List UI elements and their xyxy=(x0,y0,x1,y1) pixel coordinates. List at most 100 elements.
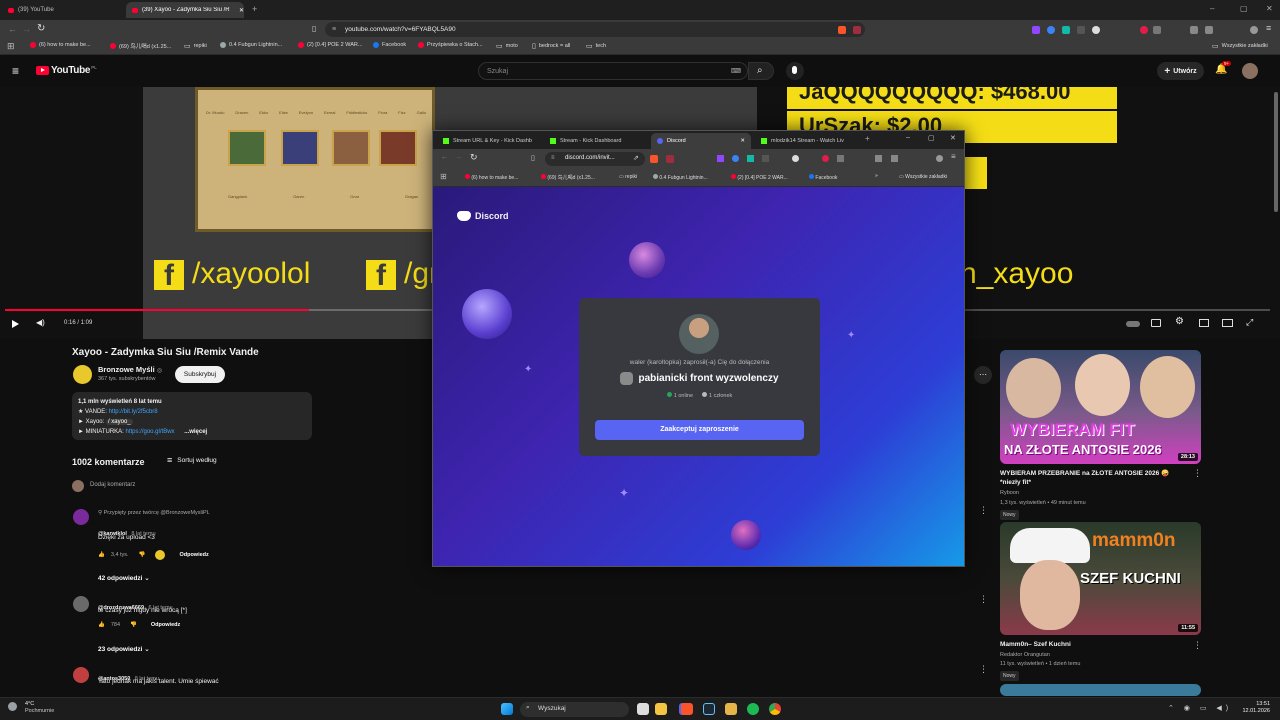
browser-tab-video[interactable]: (39) Xayoo - Zadymka Siu Siu /R ✕ xyxy=(126,2,244,18)
brave-rewards-icon[interactable] xyxy=(853,26,861,34)
subscribe-button[interactable]: Subskrybuj xyxy=(175,366,225,383)
new-tab-button[interactable]: + xyxy=(252,4,257,14)
view-replies-button[interactable]: 42 odpowiedzi ⌄ xyxy=(98,574,150,582)
reply-button[interactable]: Odpowiedz xyxy=(151,622,180,628)
discord-brand[interactable]: Discord xyxy=(457,211,509,221)
commenter-avatar[interactable] xyxy=(73,667,89,683)
view-replies-button[interactable]: 23 odpowiedzi ⌄ xyxy=(98,645,150,653)
extension-teal-icon[interactable] xyxy=(1062,26,1070,34)
extension-blue-icon[interactable] xyxy=(732,155,739,162)
close-tab-icon[interactable]: ✕ xyxy=(740,138,745,144)
bookmark-item[interactable]: (69) 鸟儿喝d (x1.25... xyxy=(541,174,595,181)
add-comment-input[interactable]: Dodaj komentarz xyxy=(90,482,135,488)
dislike-icon[interactable]: 👎 xyxy=(130,622,137,628)
extensions-puzzle-icon[interactable] xyxy=(1153,26,1161,34)
spotify-icon[interactable] xyxy=(747,703,759,715)
popup-tab[interactable]: Stream URL & Key - Kick Dashb xyxy=(437,133,541,149)
forward-icon[interactable]: → xyxy=(455,154,462,161)
comment-menu-icon[interactable]: ⋮ xyxy=(979,664,988,675)
recommendation-thumbnail[interactable]: mamm0n SZEF KUCHNI 11:55 xyxy=(1000,522,1201,635)
recommendation-menu-icon[interactable]: ⋮ xyxy=(1193,640,1202,651)
close-tab-icon[interactable]: ✕ xyxy=(239,7,244,14)
bookmark-item[interactable]: (69) 鸟儿喝d (x1.25... xyxy=(110,42,171,50)
minimize-window-button[interactable]: – xyxy=(906,134,910,141)
new-tab-button[interactable]: + xyxy=(865,134,870,143)
channel-name[interactable]: Bronzowe Myśli ◎ xyxy=(98,365,162,374)
description-link[interactable]: http://bit.ly/2f5cbr8 xyxy=(109,409,158,415)
app-icon[interactable] xyxy=(725,703,737,715)
recommendation-thumbnail[interactable] xyxy=(1000,684,1201,696)
minimize-window-button[interactable]: – xyxy=(1210,4,1214,13)
brave-rewards-icon[interactable] xyxy=(666,155,674,163)
reload-icon[interactable]: ↻ xyxy=(470,152,478,163)
bookmark-page-icon[interactable]: ▯ xyxy=(531,154,535,162)
autoplay-toggle[interactable] xyxy=(1126,321,1140,327)
extension-mic-icon[interactable] xyxy=(1092,26,1100,34)
comment-menu-icon[interactable]: ⋮ xyxy=(979,594,988,605)
media-control-icon[interactable] xyxy=(1190,26,1198,34)
apps-grid-icon[interactable]: ⊞ xyxy=(440,172,447,181)
back-icon[interactable]: ← xyxy=(8,24,17,34)
channel-avatar[interactable] xyxy=(73,365,92,384)
maximize-window-button[interactable]: ▢ xyxy=(1240,4,1248,13)
weather-widget[interactable]: 4°C Pochmurnie xyxy=(8,701,54,715)
bookmark-item[interactable]: ▯ bedrock = all xyxy=(532,42,570,50)
taskbar-search[interactable]: ⌕ Wyszukaj xyxy=(520,702,629,717)
bookmark-item[interactable]: (2) [0.4] POE 2 WAR... xyxy=(298,42,362,48)
accept-invite-button[interactable]: Zaakceptuj zaproszenie xyxy=(595,420,804,440)
settings-gear-icon[interactable]: ⚙ xyxy=(1175,316,1184,327)
windows-start-icon[interactable] xyxy=(501,703,513,715)
voice-search-button[interactable] xyxy=(786,62,804,80)
brave-browser-icon[interactable] xyxy=(681,703,693,715)
extension-blue-icon[interactable] xyxy=(1047,26,1055,34)
apps-grid-icon[interactable]: ⊞ xyxy=(7,41,15,52)
sidebar-toggle-icon[interactable] xyxy=(891,155,898,162)
task-view-icon[interactable] xyxy=(637,703,649,715)
play-icon[interactable] xyxy=(12,320,19,328)
system-tray[interactable]: ⌃ ◉ ▭ ◀) xyxy=(1168,704,1232,712)
popup-tab[interactable]: mlodzik14 Stream - Watch Liv xyxy=(755,133,859,149)
youtube-logo[interactable]: YouTube PL xyxy=(36,65,97,76)
profile-icon[interactable] xyxy=(936,155,943,162)
bookmark-item[interactable]: Przyśpiewka o Stach... xyxy=(418,42,483,48)
bookmark-folder[interactable]: ▭ repiki xyxy=(619,174,637,180)
description-link[interactable]: https://goo.gl/tBwx xyxy=(126,429,175,435)
like-icon[interactable]: 👍 xyxy=(98,622,105,628)
create-button[interactable]: + Utwórz xyxy=(1157,62,1204,80)
extension-red-icon[interactable] xyxy=(1140,26,1148,34)
extensions-puzzle-icon[interactable] xyxy=(837,155,844,162)
bookmark-item[interactable]: 0.4 Fubgun Lightnin... xyxy=(220,42,282,48)
more-actions-button[interactable]: ⋯ xyxy=(974,366,992,384)
bookmark-item[interactable]: (2) [0.4] POE 2 WAR... xyxy=(731,174,788,181)
search-button[interactable]: ⌕ xyxy=(748,62,774,80)
bookmark-item[interactable]: Facebook xyxy=(373,42,406,48)
subtitles-icon[interactable] xyxy=(1151,319,1161,327)
bookmark-folder[interactable]: ▭ tech xyxy=(586,42,606,50)
back-icon[interactable]: ← xyxy=(441,154,448,161)
share-icon[interactable]: ⇗ xyxy=(633,154,639,162)
bookmark-folder[interactable]: ▭ moto xyxy=(496,42,518,50)
extension-twitch-icon[interactable] xyxy=(717,155,724,162)
page-scrollbar[interactable] xyxy=(1274,92,1278,212)
browser-tab-youtube[interactable]: (39) YouTube xyxy=(2,2,122,18)
all-bookmarks-folder[interactable]: ▭ Wszystkie zakładki xyxy=(899,174,947,180)
menu-icon[interactable]: ≡ xyxy=(951,152,956,161)
popup-tab-discord[interactable]: Discord ✕ xyxy=(651,133,751,149)
popup-tab[interactable]: Stream - Kick Dashboard xyxy=(544,133,648,149)
account-avatar[interactable] xyxy=(1242,63,1258,79)
chrome-icon[interactable] xyxy=(769,703,781,715)
close-window-button[interactable]: ✕ xyxy=(1266,4,1273,13)
extension-teal-icon[interactable] xyxy=(747,155,754,162)
recommendation-channel[interactable]: Ryboon xyxy=(1000,490,1019,496)
site-info-icon[interactable]: ≡ xyxy=(332,26,336,33)
popup-url-bar[interactable]: ≡ discord.com/invit... xyxy=(545,152,645,166)
fullscreen-icon[interactable]: ⤢ xyxy=(1246,317,1253,328)
brave-shield-icon[interactable] xyxy=(838,26,846,34)
like-icon[interactable]: 👍 xyxy=(98,552,105,558)
theater-mode-icon[interactable] xyxy=(1222,319,1233,327)
keyboard-icon[interactable]: ⌨ xyxy=(731,67,741,75)
menu-icon[interactable]: ≡ xyxy=(1266,23,1271,33)
dislike-icon[interactable]: 👎 xyxy=(139,552,146,558)
file-explorer-icon[interactable] xyxy=(655,703,667,715)
extension-red-icon[interactable] xyxy=(822,155,829,162)
